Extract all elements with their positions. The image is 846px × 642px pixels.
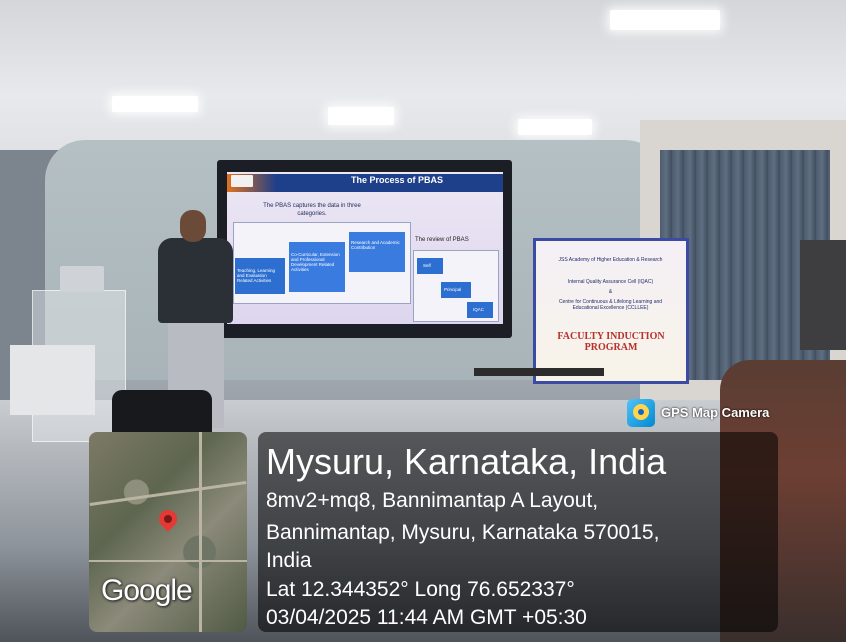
address-line: Bannimantap, Mysuru, Karnataka 570015, [266,521,660,544]
slide-logo [231,175,253,187]
ceiling-light [610,10,720,30]
banner-line: & [608,289,613,295]
wall-shelf [800,240,846,350]
banner-line: JSS Academy of Higher Education & Resear… [558,257,663,263]
map-road [199,432,202,632]
map-road [89,560,247,562]
slide-category-text: Research and Academic Contribution [351,240,400,250]
presentation-screen: The Process of PBAS The PBAS captures th… [217,160,512,338]
slide-flow-text: IQAC [473,307,485,312]
ceiling-light [112,96,198,112]
slide-category-text: Co-Curricular, Extension and Professiona… [291,252,340,272]
map-thumbnail: Google [89,432,247,632]
cabinet [10,345,95,415]
slide-review-label: The review of PBAS [415,237,469,243]
slide-category-text: Teaching, Learning and Evaluation Relate… [237,268,276,283]
gps-map-camera-badge: GPS Map Camera [627,399,782,427]
timestamp: 03/04/2025 11:44 AM GMT +05:30 [266,606,587,629]
gps-map-camera-icon [627,399,655,427]
ceiling-light [518,119,592,135]
slide-flow-text: Self [423,263,431,268]
coordinates: Lat 12.344352° Long 76.652337° [266,578,575,601]
location-title: Mysuru, Karnataka, India [266,441,667,482]
map-road [89,481,247,506]
address-line: 8mv2+mq8, Bannimantap A Layout, [266,489,599,512]
ceiling-light [328,107,394,125]
banner-line: Internal Quality Assurance Cell (IQAC) [567,279,654,285]
map-pin-dot [164,515,172,523]
gps-badge-label: GPS Map Camera [661,405,770,420]
program-banner: JSS Academy of Higher Education & Resear… [533,238,689,384]
laptop [60,266,104,292]
side-table [474,368,604,376]
slide-subtitle: The PBAS captures the data in three cate… [263,203,361,217]
presenter [158,238,233,323]
slide-flow-text: Principal [444,287,462,292]
slide-category-box [349,232,405,272]
slide-title: The Process of PBAS [350,175,444,185]
address-line: India [266,549,312,572]
presenter-head [180,210,206,242]
banner-title: FACULTY INDUCTION PROGRAM [557,331,665,353]
slide: The Process of PBAS The PBAS captures th… [227,172,503,324]
banner-line: Centre for Continuous & Lifelong Learnin… [558,299,663,311]
map-brand-label: Google [101,574,193,607]
